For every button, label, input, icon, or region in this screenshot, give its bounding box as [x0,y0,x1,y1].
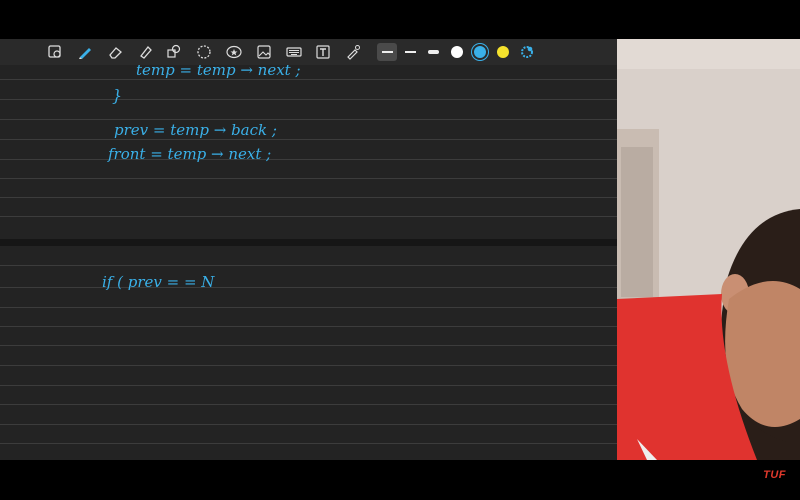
color-swatch-white[interactable] [451,46,463,58]
keyboard-icon[interactable] [285,43,303,61]
select-lasso-icon[interactable] [46,43,64,61]
webcam-feed [617,39,800,460]
pen-icon[interactable] [76,43,94,61]
lasso-icon[interactable] [195,43,213,61]
drawing-toolbar [0,39,617,65]
bottom-black-bar: TUF [0,460,800,500]
code-line-close-brace: } [112,86,122,105]
text-box-icon[interactable] [314,43,332,61]
pen-size-thick[interactable] [423,43,443,61]
code-line-temp-next: temp = temp → next ; [136,65,301,79]
notes-canvas[interactable]: temp = temp → next ; } prev = temp → bac… [0,39,617,460]
ruled-lines: temp = temp → next ; } prev = temp → bac… [0,65,617,444]
code-line-front-next: front = temp → next ; [107,145,271,163]
tuf-logo: TUF [763,469,786,481]
shapes-icon[interactable] [165,43,183,61]
color-picker-icon[interactable] [518,43,536,61]
code-line-if-prev: if ( prev = = N [102,273,215,291]
code-line-prev-back: prev = temp → back ; [114,121,277,139]
pen-size-thin[interactable] [377,43,397,61]
page-break [0,239,617,246]
image-icon[interactable] [255,43,273,61]
sticker-icon[interactable] [225,43,243,61]
highlighter-icon[interactable] [136,43,154,61]
eraser-icon[interactable] [106,43,124,61]
color-swatch-blue[interactable] [474,46,486,58]
top-black-bar [0,0,800,39]
laser-pointer-icon[interactable] [344,43,362,61]
color-swatch-yellow[interactable] [497,46,509,58]
pen-size-medium[interactable] [400,43,420,61]
